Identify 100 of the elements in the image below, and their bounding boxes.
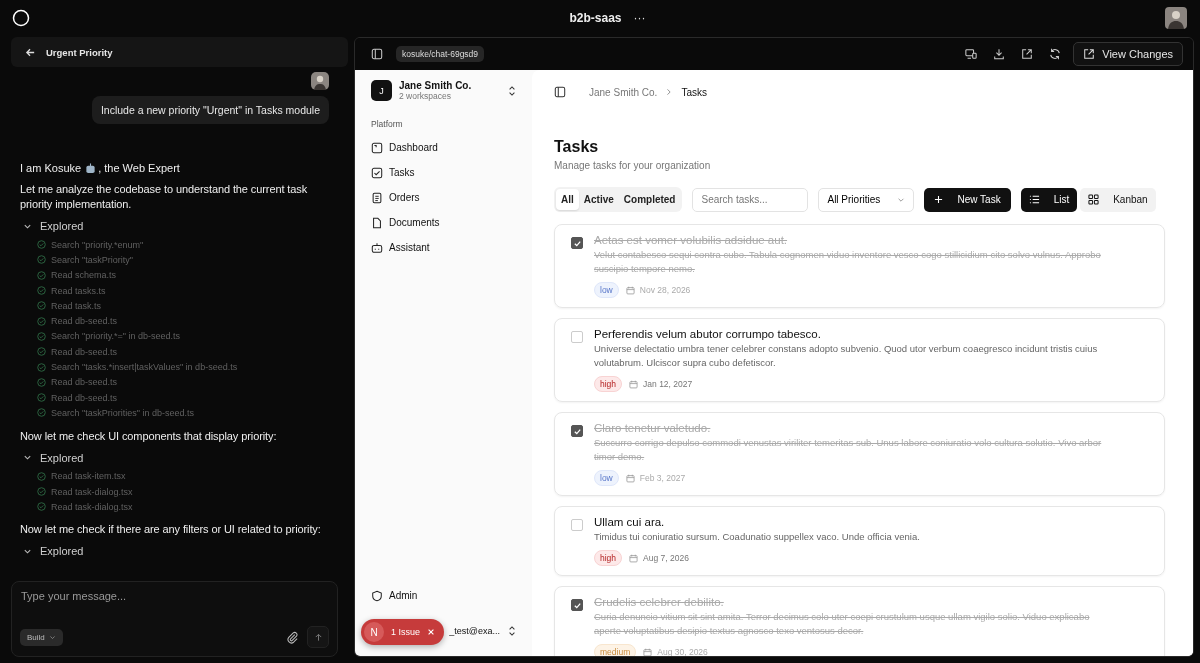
refresh-icon[interactable] (1049, 48, 1062, 60)
attach-icon[interactable] (286, 630, 299, 644)
priority-dropdown[interactable]: All Priorities (818, 187, 915, 212)
task-checkbox[interactable] (571, 599, 583, 611)
checkmark-icon (572, 238, 582, 248)
devices-icon[interactable] (965, 48, 978, 60)
explored-toggle[interactable]: Explored (20, 449, 84, 466)
check-circle-icon (37, 286, 46, 296)
org-avatar: J (371, 80, 392, 101)
checkmark-icon (572, 600, 582, 610)
close-icon[interactable] (427, 628, 436, 636)
more-button[interactable]: ··· (633, 11, 646, 25)
filter-tab[interactable]: Active (578, 189, 619, 210)
breadcrumb-item[interactable]: Jane Smith Co. (589, 86, 658, 98)
task-description: Succurro corrigo depulso commodi venustas viriliter temeritas sub. Unus labore coniuratio volo cultura solutio. Vivo arbor timor demo. (594, 436, 1103, 464)
chevrons-icon[interactable] (508, 84, 516, 97)
robot-icon (85, 162, 97, 174)
nav-item[interactable]: Orders (371, 185, 516, 210)
task-card[interactable]: Aetas est vomer volubilis adsidue aut. Velut contabesco sequi contra cubo. Tabula cognomen viduo inventore vesco cogo stillicidium cito solvo vulnus. Approbo suscipio tempore nemo. low Nov 28, 2026 (554, 224, 1165, 308)
filter-tab[interactable]: Completed (618, 189, 681, 210)
project-name: b2b-saas (569, 11, 622, 25)
task-title: Aetas est vomer volubilis adsidue aut. (594, 234, 789, 246)
nav-item[interactable]: Assistant (371, 235, 516, 260)
task-description: Timidus tui coniuratio sursum. Coadunatio suppellex vaco. Unde officia venia. (594, 530, 921, 544)
explored-toggle[interactable]: Explored (20, 218, 84, 234)
task-card[interactable]: Ullam cui ara. Timidus tui coniuratio sursum. Coadunatio suppellex vaco. Unde officia venia. high Aug 7, 2026 (554, 506, 1165, 576)
task-title: Crudelis celebrer debilito. (594, 596, 725, 608)
calendar-icon (643, 647, 653, 656)
check-circle-icon (37, 347, 46, 357)
issue-count: 1 Issue (391, 627, 421, 637)
check-circle-icon (37, 408, 46, 418)
due-date: Nov 28, 2026 (639, 285, 691, 295)
task-description: Curia denuncio vitium sit sint amita. Terror decimus colo uter coepi crustulum usque ullam vigilo solio. Viduo explicabo aperte voluptatibus desipio textus agnosco texo ventosus decor. (594, 610, 1091, 638)
task-checkbox[interactable] (571, 237, 583, 249)
logo-icon[interactable] (12, 9, 30, 27)
due-date: Aug 7, 2026 (643, 553, 689, 563)
filter-tab[interactable]: All (556, 189, 579, 210)
external-link-icon[interactable] (1021, 48, 1034, 60)
user-email: _test@exa... (448, 626, 500, 636)
nav-item[interactable]: Tasks (371, 160, 516, 185)
tool-step: Read db-seed.ts (51, 316, 118, 327)
nav-item[interactable]: Admin (371, 583, 516, 608)
chevrons-icon[interactable] (508, 625, 516, 637)
document-list-icon (371, 191, 383, 204)
mode-dropdown[interactable]: Build (20, 628, 63, 646)
dev-tools-avatar: N (364, 622, 384, 642)
task-checkbox[interactable] (571, 425, 583, 437)
sidebar-toggle-icon[interactable] (554, 86, 566, 98)
chevron-right-icon (666, 88, 673, 96)
view-toggle[interactable]: Kanban (1080, 187, 1156, 212)
nav-item[interactable]: Documents (371, 210, 516, 235)
user-avatar (311, 72, 329, 90)
explored-toggle[interactable]: Explored (20, 543, 84, 560)
check-circle-icon (37, 471, 46, 481)
tool-step: Read task.ts (51, 300, 102, 311)
grid-icon (1088, 194, 1100, 205)
check-circle-icon (37, 331, 46, 341)
view-changes-button[interactable]: View Changes (1073, 42, 1183, 66)
download-icon[interactable] (993, 48, 1006, 60)
message-input[interactable]: Type your message... Build (11, 581, 338, 657)
new-task-button[interactable]: New Task (924, 187, 1011, 212)
page-subtitle: Manage tasks for your organization (554, 160, 712, 171)
checkmark-icon (572, 426, 582, 436)
user-avatar[interactable] (1165, 7, 1187, 29)
priority-tag: high (594, 550, 623, 566)
task-description: Velut contabesco sequi contra cubo. Tabula cognomen viduo inventore vesco cogo stillicidium cito solvo vulnus. Approbo suscipio tempore nemo. (594, 248, 1102, 276)
task-description: Universe delectatio umbra tener celebrer constans adopto subvenio. Quod utor verbum coaegresco incidunt tristis cuius volutabrum. Ulciscor supra cubo defetiscor. (594, 342, 1099, 370)
plus-icon (934, 195, 944, 204)
check-circle-icon (37, 270, 46, 280)
tool-step: Read task-dialog.tsx (51, 501, 133, 512)
tool-step: Read task-item.tsx (51, 471, 126, 482)
due-date: Aug 30, 2026 (657, 647, 708, 656)
issue-badge[interactable]: N 1 Issue (361, 619, 445, 645)
calendar-icon (625, 473, 635, 483)
breadcrumb-item[interactable]: Tasks (681, 86, 707, 98)
calendar-icon (629, 553, 639, 563)
check-circle-icon (37, 240, 46, 250)
check-circle-icon (37, 377, 46, 387)
calendar-icon (629, 379, 639, 389)
tool-step: Search "priority.*enum" (51, 239, 144, 250)
task-title: Perferendis velum abutor corrumpo tabesco. (594, 328, 822, 340)
robot-icon (371, 241, 383, 254)
priority-tag: high (594, 376, 623, 392)
send-button[interactable] (307, 626, 329, 648)
task-card[interactable]: Claro tenetur valetudo. Succurro corrigo depulso commodi venustas viriliter temeritas sub. Unus labore coniuratio volo cultura solutio. Vivo arbor timor demo. low Feb 3, 2027 (554, 412, 1165, 496)
tool-step: Search "taskPriorities" in db-seed.ts (51, 407, 194, 418)
view-toggle[interactable]: List (1020, 187, 1078, 212)
section-label: Platform (371, 119, 404, 129)
org-name: Jane Smith Co. (399, 80, 473, 91)
search-field[interactable]: Search tasks... (692, 187, 809, 212)
nav-item[interactable]: Dashboard (371, 135, 516, 160)
assistant-message: Let me analyze the codebase to understand the current task priority implementation. (20, 182, 309, 212)
file-icon (371, 216, 383, 229)
due-date: Jan 12, 2027 (643, 379, 693, 389)
external-link-icon (1083, 48, 1096, 60)
calendar-icon (625, 285, 635, 295)
task-card[interactable] (554, 318, 1165, 402)
tool-step: Search "priority.*=" in db-seed.ts (51, 331, 181, 342)
check-circle-icon (37, 502, 46, 512)
back-arrow-icon[interactable] (25, 46, 36, 58)
